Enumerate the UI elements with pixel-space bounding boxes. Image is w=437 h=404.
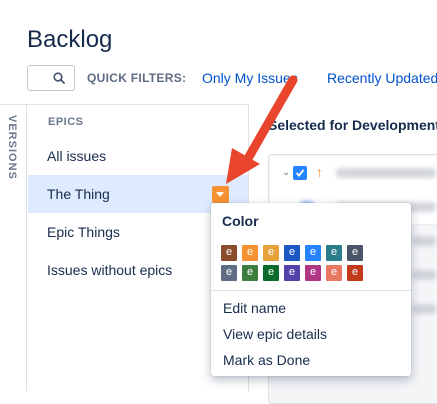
color-swatch[interactable]: e (326, 245, 342, 261)
epics-heading: EPICS (48, 116, 84, 128)
quick-filter-recently-updated[interactable]: Recently Updated (327, 70, 437, 86)
color-swatch[interactable]: e (221, 245, 237, 261)
color-swatch[interactable]: e (284, 265, 300, 281)
quick-filter-only-my-issues[interactable]: Only My Issues (202, 70, 298, 86)
epic-item-all-issues[interactable]: All issues (28, 137, 248, 175)
search-input[interactable] (27, 65, 75, 91)
priority-arrow-up-icon: ↑ (316, 164, 323, 180)
color-swatch[interactable]: e (242, 245, 258, 261)
color-heading: Color (222, 213, 259, 229)
color-swatch[interactable]: e (326, 265, 342, 281)
quick-filters-label: QUICK FILTERS: (87, 71, 187, 85)
blurred-issue-summary (412, 304, 436, 314)
color-swatch[interactable]: e (263, 265, 279, 281)
blurred-issue-summary (336, 168, 436, 178)
epic-dropdown-button[interactable] (212, 186, 229, 203)
search-icon (53, 72, 65, 84)
color-swatch[interactable]: e (284, 245, 300, 261)
sprint-title: Selected for Development (268, 117, 437, 133)
edit-name-menu-item[interactable]: Edit name (223, 300, 286, 316)
chevron-down-icon[interactable]: ⌄ (282, 167, 290, 178)
color-swatch[interactable]: e (263, 245, 279, 261)
color-swatch[interactable]: e (242, 265, 258, 281)
page-title: Backlog (27, 26, 113, 53)
color-swatch[interactable]: e (347, 265, 363, 281)
color-swatch[interactable]: e (221, 265, 237, 281)
view-epic-details-menu-item[interactable]: View epic details (223, 326, 327, 342)
color-swatch[interactable]: e (305, 265, 321, 281)
color-swatch[interactable]: e (305, 245, 321, 261)
versions-label: VERSIONS (6, 115, 18, 180)
mark-as-done-menu-item[interactable]: Mark as Done (223, 352, 310, 368)
epic-options-menu: Color eeeeeeeeeeeeee Edit name View epic… (211, 203, 411, 376)
versions-panel-toggle[interactable]: VERSIONS (0, 104, 27, 391)
menu-divider (211, 290, 411, 291)
blurred-issue-summary (412, 270, 436, 280)
blurred-issue-summary (412, 236, 436, 246)
checkbox-checked-icon[interactable] (293, 166, 307, 180)
color-swatch[interactable]: e (347, 245, 363, 261)
